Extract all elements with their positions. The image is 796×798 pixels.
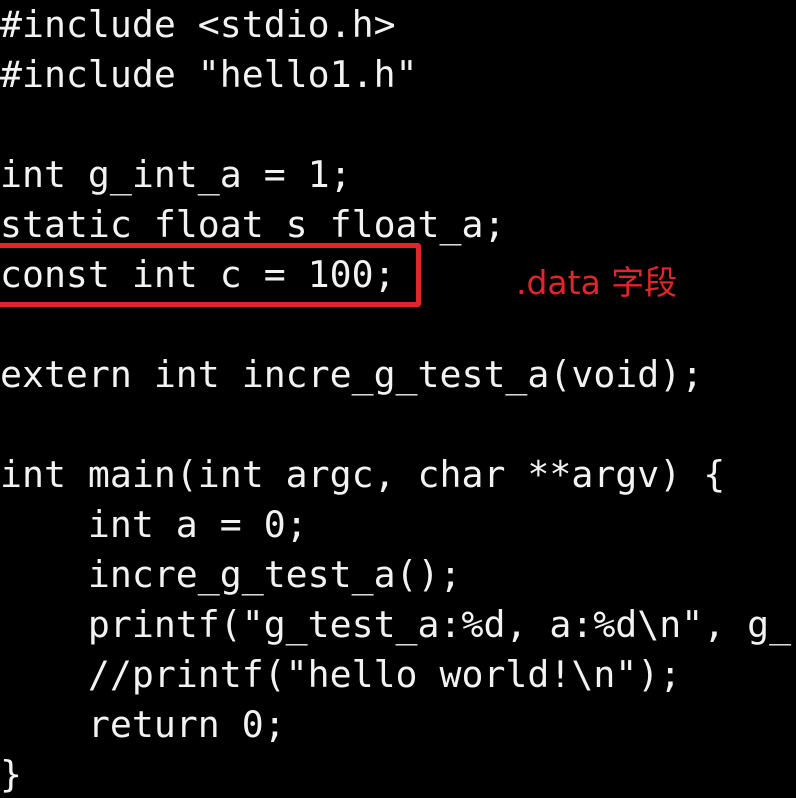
- code-line-12: incre_g_test_a();: [0, 553, 462, 596]
- code-line-8: extern int incre_g_test_a(void);: [0, 353, 704, 396]
- code-line-2: #include "hello1.h": [0, 53, 418, 96]
- code-line-1: #include <stdio.h>: [0, 3, 396, 46]
- code-line-15: return 0;: [0, 703, 286, 746]
- code-line-10: int main(int argc, char **argv) {: [0, 453, 726, 496]
- code-line-14: //printf("hello world!\n");: [0, 653, 682, 696]
- code-editor: #include <stdio.h> #include "hello1.h" i…: [0, 0, 796, 798]
- code-line-11: int a = 0;: [0, 503, 308, 546]
- code-line-16: }: [0, 753, 22, 796]
- annotation-label: .data 字段: [516, 263, 678, 302]
- code-line-13: printf("g_test_a:%d, a:%d\n", g_: [0, 603, 792, 646]
- highlight-box: [0, 243, 421, 307]
- code-line-4: int g_int_a = 1;: [0, 153, 352, 196]
